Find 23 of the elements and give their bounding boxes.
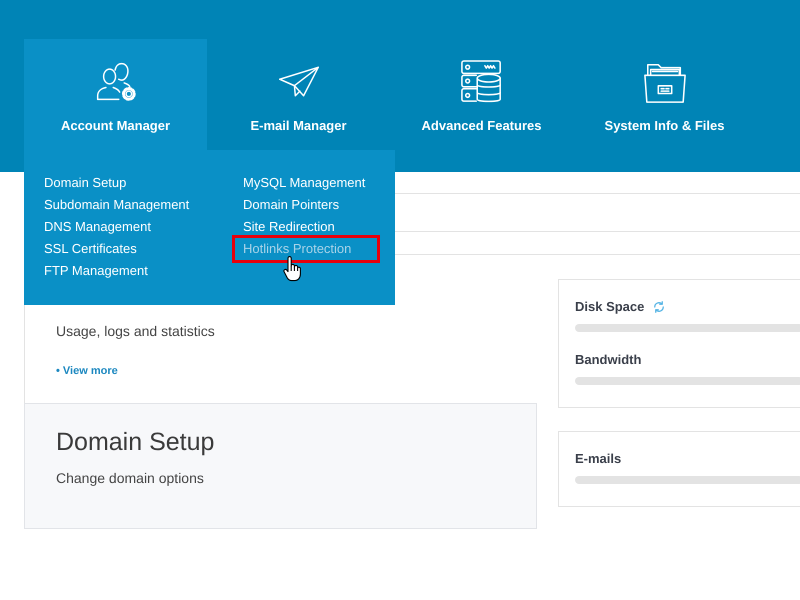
menu-link[interactable]: Domain Pointers [243, 194, 340, 216]
section-description: Change domain options [56, 469, 204, 488]
menu-link[interactable]: DNS Management [44, 216, 151, 238]
refresh-icon[interactable] [653, 301, 666, 313]
hand-cursor-icon [283, 256, 301, 282]
nav-tab[interactable]: System Info & Files [573, 39, 756, 150]
meter-label: Bandwidth [575, 351, 642, 369]
menu-link[interactable]: FTP Management [44, 260, 148, 282]
nav-tab[interactable]: Account Manager [24, 39, 207, 150]
menu-link[interactable]: SSL Certificates [44, 238, 137, 260]
view-more-link[interactable]: • View more [56, 362, 118, 380]
menu-link[interactable]: MySQL Management [243, 172, 366, 194]
menu-link[interactable]: Subdomain Management [44, 194, 190, 216]
section-description: Usage, logs and statistics [56, 322, 215, 341]
nav-tab[interactable]: E-mail Manager [207, 39, 390, 150]
meter-label: Disk Space [575, 298, 644, 316]
server-database-icon [460, 59, 504, 105]
menu-link[interactable]: Domain Setup [44, 172, 126, 194]
section-title: Domain Setup [56, 427, 214, 457]
menu-link[interactable]: Site Redirection [243, 216, 335, 238]
menu-link[interactable]: Hotlinks Protection [243, 238, 352, 260]
meter-label: E-mails [575, 450, 622, 468]
nav-tab[interactable]: Advanced Features [390, 39, 573, 150]
